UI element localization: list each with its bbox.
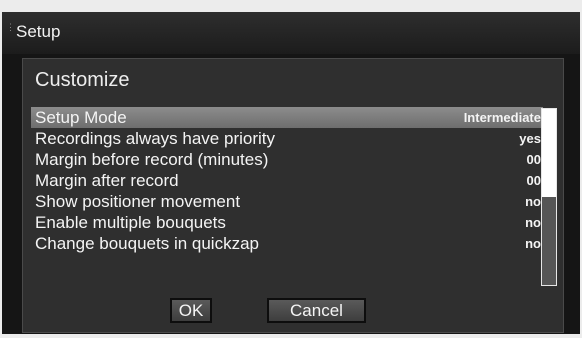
settings-list: Setup Mode Intermediate Recordings alway… (31, 107, 543, 254)
setting-value: 00 (526, 173, 541, 188)
settings-row-positioner-movement[interactable]: Show positioner movement no (31, 191, 543, 212)
setting-label: Change bouquets in quickzap (35, 234, 259, 253)
settings-row-margin-before[interactable]: Margin before record (minutes) 00 (31, 149, 543, 170)
setting-value: no (525, 194, 541, 209)
setting-label: Margin after record (35, 171, 179, 190)
settings-row-multiple-bouquets[interactable]: Enable multiple bouquets no (31, 212, 543, 233)
cancel-button[interactable]: Cancel (267, 298, 366, 323)
setting-label: Show positioner movement (35, 192, 241, 211)
customize-panel: Customize Setup Mode Intermediate Record… (22, 58, 564, 333)
setting-label: Setup Mode (35, 108, 127, 127)
settings-row-margin-after[interactable]: Margin after record 00 (31, 170, 543, 191)
title-grip-icon: ⋮ (6, 22, 15, 32)
setting-label: Enable multiple bouquets (35, 213, 226, 232)
scrollbar-thumb[interactable] (542, 109, 556, 197)
settings-row-setup-mode[interactable]: Setup Mode Intermediate (31, 107, 543, 128)
setting-label: Recordings always have priority (35, 129, 275, 148)
setting-label: Margin before record (minutes) (35, 150, 269, 169)
panel-heading: Customize (35, 69, 130, 91)
setting-value: Intermediate (463, 110, 541, 125)
settings-scrollbar[interactable] (541, 108, 557, 286)
settings-row-recordings-priority[interactable]: Recordings always have priority yes (31, 128, 543, 149)
setting-value: no (525, 236, 541, 251)
window-title: Setup (16, 22, 61, 41)
setting-value: yes (519, 131, 541, 146)
settings-row-quickzap-bouquets[interactable]: Change bouquets in quickzap no (31, 233, 543, 254)
setup-window: ⋮ Setup Customize Setup Mode Intermediat… (2, 12, 580, 334)
ok-button[interactable]: OK (170, 298, 212, 323)
title-bar[interactable]: ⋮ Setup (2, 12, 580, 54)
setting-value: no (525, 215, 541, 230)
setting-value: 00 (526, 152, 541, 167)
